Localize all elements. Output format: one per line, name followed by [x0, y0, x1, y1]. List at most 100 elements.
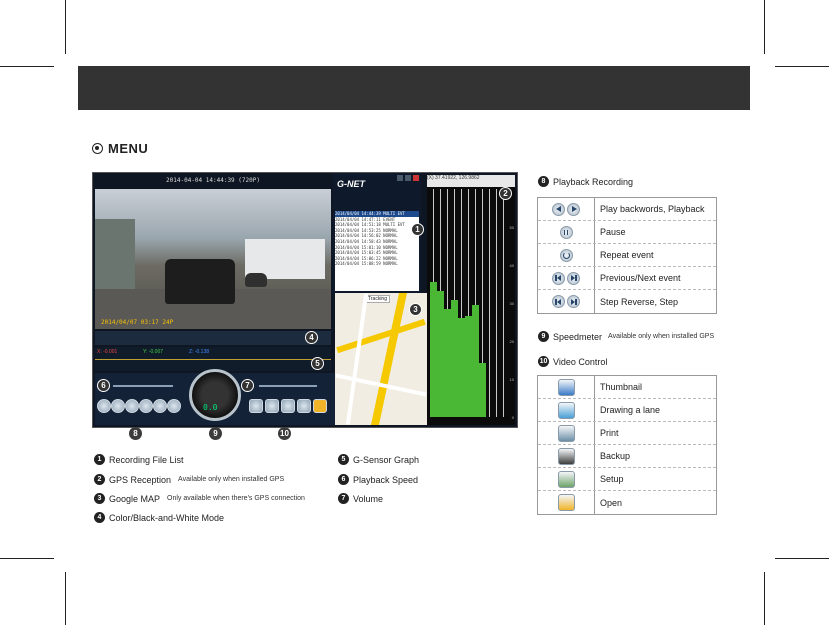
table-row: Setup — [538, 468, 716, 491]
video-header: 2014-04-04 14:44:39 (720P) — [166, 177, 260, 184]
legend-item: 5 G-Sensor Graph — [338, 454, 419, 465]
crop-mark — [764, 0, 765, 54]
signal-bar — [465, 316, 472, 417]
step-reverse-icon — [552, 295, 565, 308]
signal-bar — [458, 318, 465, 417]
playback-section-title: 8 Playback Recording — [538, 176, 633, 187]
control-button[interactable] — [125, 399, 139, 413]
graph-tick-label: 40 — [509, 263, 514, 268]
control-button[interactable] — [139, 399, 153, 413]
graph-tick-label: 0 — [511, 415, 514, 420]
app-logo: G-NET — [337, 179, 365, 189]
control-button[interactable] — [153, 399, 167, 413]
control-button[interactable] — [281, 399, 295, 413]
crop-mark — [65, 0, 66, 54]
map-road — [336, 318, 426, 354]
graph-gridline — [496, 189, 497, 417]
gsensor-curve — [95, 359, 331, 360]
graph-tick-label: 50 — [509, 225, 514, 230]
backup-icon — [557, 447, 575, 465]
video-timestamp: 2014/04/07 03:17 24P — [101, 319, 174, 326]
row-label: Play backwords, Playback — [600, 204, 705, 214]
callout-badge: 8 — [129, 427, 142, 440]
table-row: Previous/Next event — [538, 267, 716, 290]
control-button[interactable] — [297, 399, 311, 413]
drawing-lane-icon — [557, 401, 575, 419]
file-list-item[interactable]: 2014/04/04 15:08:59 NORMAL — [335, 261, 419, 267]
graph-tick-label: 10 — [509, 377, 514, 382]
graph-gridline — [489, 189, 490, 417]
mode-bar — [95, 331, 331, 345]
video-frame: 2014/04/07 03:17 24P — [95, 189, 331, 329]
row-label: Open — [600, 497, 623, 508]
file-panel: G-NET 2014/04/04 14:44:39 MULTI EVT 2014/… — [333, 173, 421, 293]
control-button[interactable] — [97, 399, 111, 413]
table-row: Open — [538, 491, 716, 514]
crop-mark — [0, 66, 54, 67]
graph-tick-label: 20 — [509, 339, 514, 344]
pause-icon — [559, 225, 573, 239]
table-row: Pause — [538, 221, 716, 244]
gps-reception-graph: (X) 37.41922, 126.9862 50 40 30 20 10 0 — [427, 175, 515, 425]
repeat-icon — [559, 248, 573, 262]
table-row: Backup — [538, 445, 716, 468]
viewer-screenshot: 2014-04-04 14:44:39 (720P) 2014/04/07 03… — [92, 172, 518, 428]
signal-bar — [479, 363, 486, 417]
playback-speed-slider[interactable] — [113, 385, 173, 387]
crop-mark — [775, 66, 829, 67]
control-button[interactable] — [167, 399, 181, 413]
callout-badge: 7 — [241, 379, 254, 392]
legend-item: 7 Volume — [338, 493, 383, 504]
gsensor-y: Y: -0.007 — [143, 349, 164, 355]
callout-badge: 6 — [97, 379, 110, 392]
row-label: Step Reverse, Step — [600, 296, 679, 307]
legend-item: 6 Playback Speed — [338, 474, 418, 485]
step-forward-icon — [567, 295, 580, 308]
setup-icon — [557, 470, 575, 488]
previous-event-icon — [552, 271, 565, 285]
graph-gridline — [503, 189, 504, 417]
legend-item: 1 Recording File List — [94, 454, 184, 465]
map-road — [370, 293, 408, 425]
menu-heading-label: MENU — [108, 141, 149, 156]
row-label: Previous/Next event — [600, 273, 681, 283]
table-row: Repeat event — [538, 244, 716, 267]
callout-badge: 10 — [278, 427, 291, 440]
signal-bar — [444, 309, 451, 417]
volume-slider[interactable] — [259, 385, 317, 387]
control-button[interactable] — [313, 399, 327, 413]
callout-badge: 4 — [305, 331, 318, 344]
window-buttons[interactable] — [397, 175, 419, 181]
legend-item: 3 Google MAP Only available when there's G… — [94, 493, 305, 504]
control-button[interactable] — [265, 399, 279, 413]
car — [165, 259, 235, 304]
control-button[interactable] — [111, 399, 125, 413]
row-label: Drawing a lane — [600, 405, 661, 415]
callout-badge: 9 — [209, 427, 222, 440]
table-row: Thumbnail — [538, 376, 716, 399]
signal-bar — [437, 291, 444, 417]
car — [245, 273, 267, 287]
row-label: Setup — [600, 474, 624, 484]
gsensor-z: Z: -0.138 — [189, 349, 210, 355]
recording-file-list[interactable]: 2014/04/04 14:44:39 MULTI EVT 2014/04/04 … — [335, 211, 419, 291]
map-road — [345, 293, 369, 425]
play-backward-icon — [552, 202, 565, 216]
row-label: Thumbnail — [600, 382, 643, 392]
playback-table: Play backwords, Playback Pause Repeat ev… — [537, 197, 717, 314]
signal-bar — [472, 304, 479, 417]
row-label: Backup — [600, 451, 631, 461]
legend-item: 4 Color/Black-and-White Mode — [94, 512, 224, 523]
gsensor-x: X: -0.001 — [97, 349, 118, 355]
open-folder-icon — [557, 494, 575, 511]
crop-mark — [65, 572, 66, 625]
row-label: Repeat event — [600, 250, 654, 260]
table-row: Play backwords, Playback — [538, 198, 716, 221]
map-tracking-toggle[interactable]: Tracking — [365, 295, 390, 303]
table-row: Drawing a lane — [538, 399, 716, 422]
speedometer-gauge — [189, 369, 241, 421]
row-label: Pause — [600, 227, 626, 237]
control-button[interactable] — [249, 399, 263, 413]
menu-heading: MENU — [92, 141, 148, 156]
video-control-section-title: 10 Video Control — [538, 356, 608, 367]
